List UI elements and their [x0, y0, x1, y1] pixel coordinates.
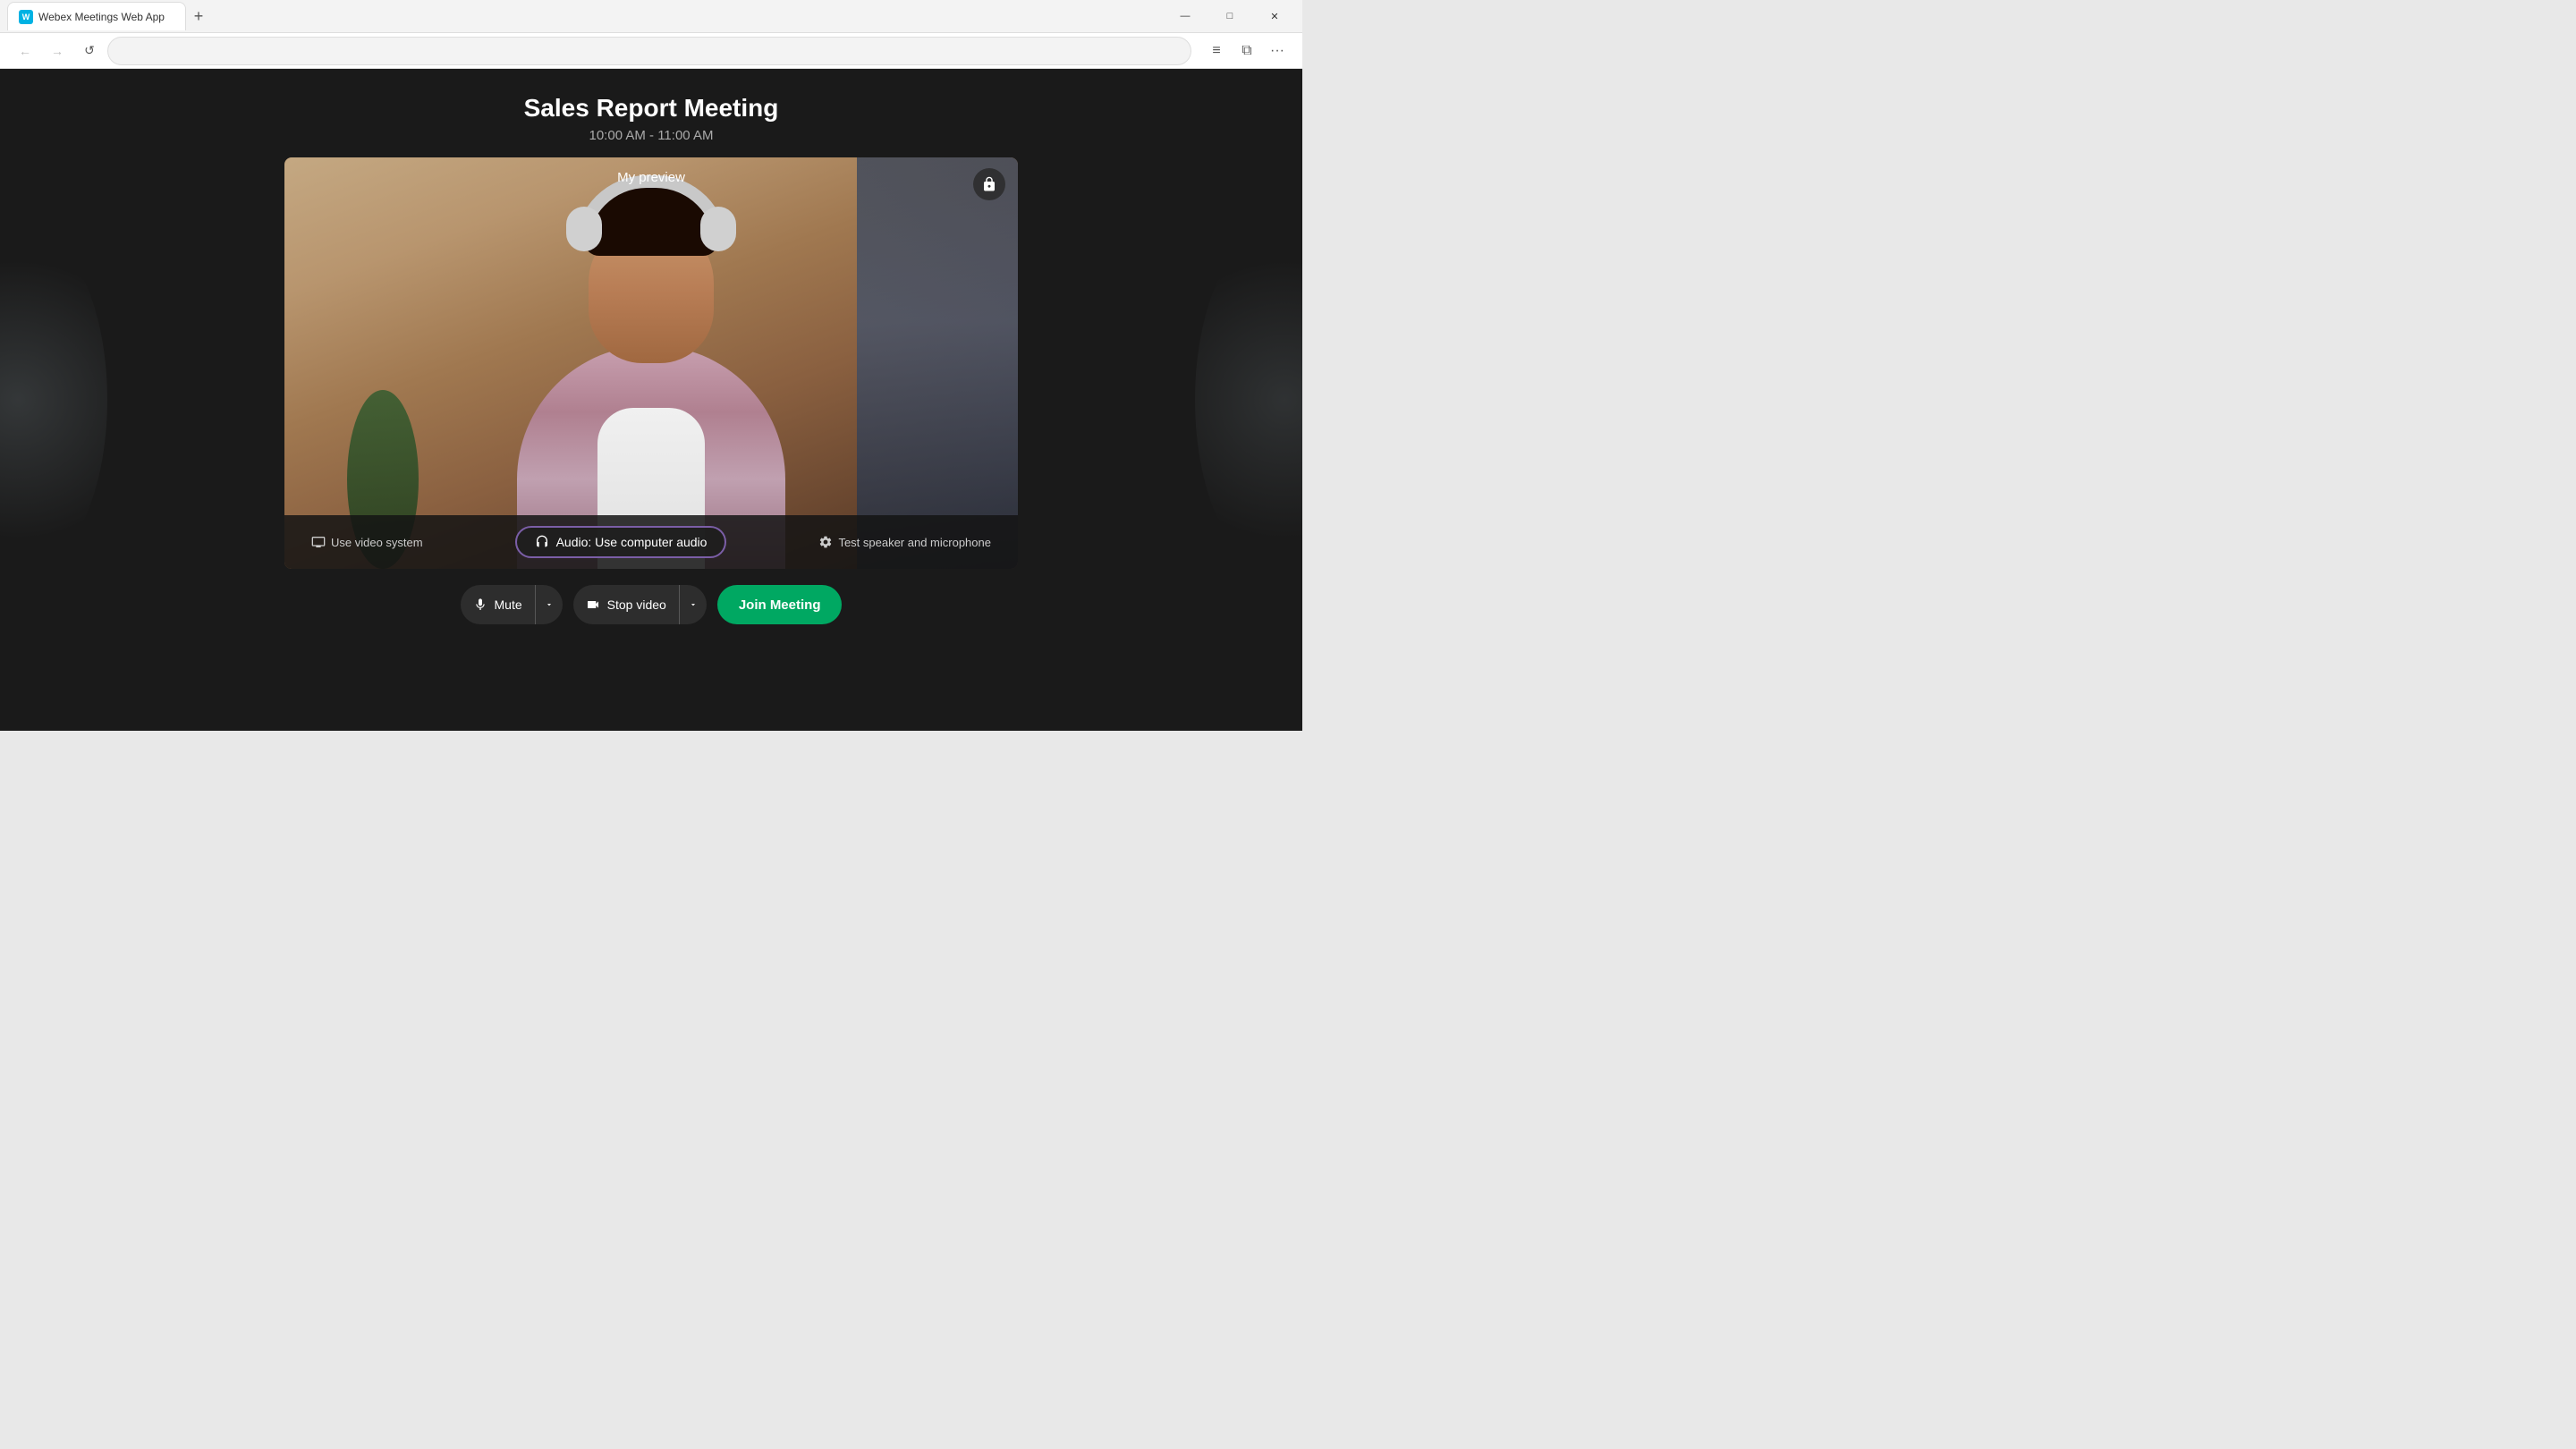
audio-control-button[interactable]: Audio: Use computer audio [515, 526, 727, 558]
meeting-header: Sales Report Meeting 10:00 AM - 11:00 AM [524, 69, 779, 157]
mute-main-button[interactable]: Mute [461, 585, 535, 624]
test-speaker-button[interactable]: Test speaker and microphone [809, 530, 1000, 555]
tab-panel-button[interactable]: ⧉ [1233, 37, 1261, 65]
app-content: Sales Report Meeting 10:00 AM - 11:00 AM… [0, 69, 1302, 731]
mute-chevron-button[interactable] [535, 585, 563, 624]
mute-button-group: Mute [461, 585, 563, 624]
action-buttons: Mute Stop video Jo [461, 585, 843, 624]
bg-decoration-left [0, 221, 107, 579]
headphone-left-cup [566, 207, 602, 251]
tab-title: Webex Meetings Web App [38, 11, 165, 23]
stop-video-main-button[interactable]: Stop video [573, 585, 679, 624]
stop-video-button-group: Stop video [573, 585, 707, 624]
bg-decoration-right [1195, 221, 1302, 579]
video-feed [284, 157, 1018, 569]
test-speaker-label: Test speaker and microphone [838, 536, 991, 549]
browser-chrome: W Webex Meetings Web App + — □ ✕ ← → ↺ ≡… [0, 0, 1302, 69]
minimize-button[interactable]: — [1165, 2, 1206, 30]
forward-button[interactable]: → [43, 37, 72, 65]
video-controls-bar: Use video system Audio: Use computer aud… [284, 515, 1018, 569]
tab-favicon: W [19, 10, 33, 24]
stop-video-label: Stop video [607, 597, 666, 612]
address-bar[interactable] [107, 37, 1191, 65]
preview-label: My preview [617, 170, 685, 185]
maximize-button[interactable]: □ [1209, 2, 1250, 30]
mic-indicator-button[interactable] [973, 168, 1005, 200]
join-meeting-button[interactable]: Join Meeting [717, 585, 843, 624]
use-video-system-button[interactable]: Use video system [302, 530, 432, 555]
title-bar: W Webex Meetings Web App + — □ ✕ [0, 0, 1302, 32]
new-tab-button[interactable]: + [186, 4, 211, 29]
close-button[interactable]: ✕ [1254, 2, 1295, 30]
use-video-system-label: Use video system [331, 536, 423, 549]
meeting-time: 10:00 AM - 11:00 AM [524, 128, 779, 143]
refresh-button[interactable]: ↺ [75, 37, 104, 65]
mute-label: Mute [495, 597, 522, 612]
person-video [481, 193, 821, 569]
nav-bar: ← → ↺ ≡ ⧉ ··· [0, 32, 1302, 68]
browser-tab[interactable]: W Webex Meetings Web App [7, 2, 186, 30]
more-options-button[interactable]: ··· [1263, 37, 1292, 65]
nav-right-controls: ≡ ⧉ ··· [1202, 37, 1292, 65]
back-button[interactable]: ← [11, 37, 39, 65]
room-window [857, 157, 1018, 569]
hamburger-menu-button[interactable]: ≡ [1202, 37, 1231, 65]
stop-video-chevron-button[interactable] [679, 585, 707, 624]
join-meeting-label: Join Meeting [739, 597, 821, 613]
meeting-title: Sales Report Meeting [524, 94, 779, 123]
audio-control-label: Audio: Use computer audio [556, 535, 708, 549]
window-controls: — □ ✕ [1165, 2, 1295, 30]
headphone-right-cup [700, 207, 736, 251]
video-preview-container: My preview Use video system Audio: Use c… [284, 157, 1018, 569]
